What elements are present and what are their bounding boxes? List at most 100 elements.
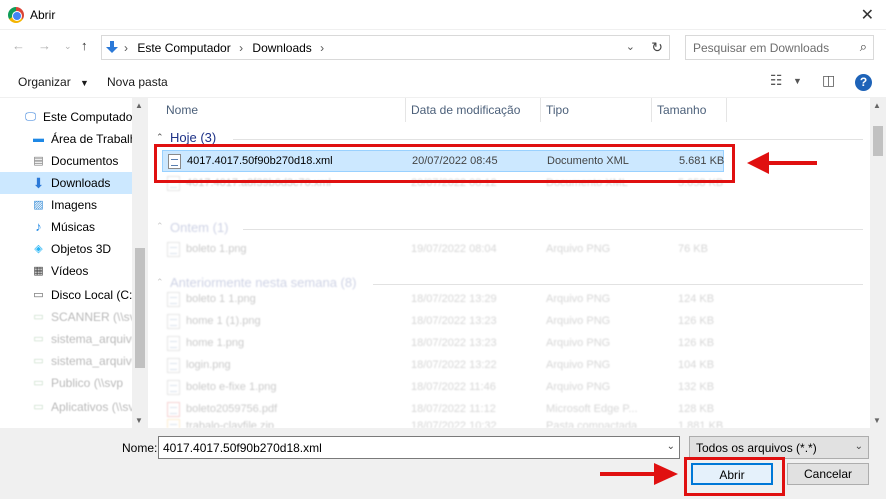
sidebar-item-network-drive[interactable]: ▭ Publico (\\svp — [0, 372, 132, 394]
filename-field[interactable]: 4017.4017.50f90b270d18.xml ⌄ — [158, 436, 680, 459]
column-header-size[interactable]: Tamanho — [657, 98, 706, 122]
file-modified: 19/07/2022 08:04 — [411, 243, 497, 255]
column-divider[interactable] — [540, 98, 541, 122]
file-list-scrollbar[interactable]: ▲ ▼ — [870, 98, 886, 428]
sidebar-item-label: Downloads — [51, 176, 111, 190]
table-row[interactable]: boleto 1.png 19/07/2022 08:04 Arquivo PN… — [162, 239, 724, 261]
breadcrumb-separator[interactable]: › — [239, 41, 243, 55]
network-drive-icon: ▭ — [33, 355, 44, 367]
group-divider — [243, 229, 863, 230]
column-divider[interactable] — [726, 98, 727, 122]
objects-3d-icon: ◈ — [34, 243, 43, 255]
scroll-up-icon[interactable]: ▲ — [873, 101, 881, 110]
file-type-select[interactable]: Todos os arquivos (*.*) ⌄ — [689, 436, 869, 459]
chevron-up-icon[interactable]: ⌃ — [156, 221, 164, 232]
scroll-down-icon[interactable]: ▼ — [873, 416, 881, 425]
preview-pane-icon[interactable]: ◫ — [822, 72, 835, 89]
group-header-earlier-this-week[interactable]: Anteriormente nesta semana (8) — [170, 275, 356, 290]
table-row[interactable]: login.png 18/07/2022 13:22 Arquivo PNG 1… — [162, 355, 724, 377]
sidebar-item-music[interactable]: ♪ Músicas — [0, 216, 132, 238]
group-header-yesterday[interactable]: Ontem (1) — [170, 220, 229, 235]
search-icon[interactable]: ⌕ — [860, 39, 867, 55]
close-icon[interactable]: ✕ — [861, 5, 874, 25]
highlight-box-file — [154, 144, 735, 183]
scroll-down-icon[interactable]: ▼ — [135, 416, 143, 425]
table-row[interactable]: home 1.png 18/07/2022 13:23 Arquivo PNG … — [162, 333, 724, 355]
chevron-down-icon[interactable]: ⌄ — [667, 441, 675, 452]
sidebar-item-network-drive[interactable]: ▭ Aplicativos (\\sv — [0, 396, 135, 418]
file-type: Arquivo PNG — [546, 293, 611, 305]
scroll-up-icon[interactable]: ▲ — [135, 101, 143, 110]
sidebar-scrollbar[interactable]: ▲ ▼ — [132, 98, 148, 428]
sidebar-item-downloads[interactable]: ⬇ Downloads — [0, 172, 132, 194]
sidebar-scroll-thumb[interactable] — [135, 248, 145, 368]
sidebar-item-label: Imagens — [51, 198, 98, 212]
chevron-up-icon[interactable]: ⌃ — [156, 132, 164, 143]
refresh-icon[interactable]: ↻ — [651, 39, 663, 56]
sidebar-item-network-drive[interactable]: ▭ sistema_arquivos — [0, 350, 144, 372]
file-type: Microsoft Edge P... — [546, 403, 638, 415]
group-header-today[interactable]: Hoje (3) — [170, 130, 216, 145]
column-divider[interactable] — [405, 98, 406, 122]
sidebar-item-videos[interactable]: ▦ Vídeos — [0, 260, 132, 282]
search-input[interactable]: Pesquisar em Downloads — [693, 41, 829, 55]
back-arrow-icon[interactable]: ← — [12, 38, 25, 53]
sidebar-item-3d-objects[interactable]: ◈ Objetos 3D — [0, 238, 132, 260]
table-row[interactable]: home 1 (1).png 18/07/2022 13:23 Arquivo … — [162, 311, 724, 333]
computer-icon: 🖵 — [25, 111, 36, 123]
sidebar-item-local-disk[interactable]: ▭ Disco Local (C:) — [0, 284, 136, 306]
sidebar-item-label: sistema_arquivos — [51, 332, 145, 346]
breadcrumb-item-computer[interactable]: Este Computador — [137, 41, 230, 55]
file-name: boleto2059756.pdf — [186, 403, 278, 415]
sidebar-item-label: Publico (\\svp — [51, 376, 124, 390]
column-divider[interactable] — [651, 98, 652, 122]
breadcrumb-separator[interactable]: › — [320, 41, 324, 55]
filename-label: Nome: — [122, 441, 158, 455]
view-options-icon[interactable]: ☷ — [770, 72, 783, 89]
help-icon[interactable]: ? — [855, 74, 872, 91]
recent-dropdown-icon[interactable]: ⌄ — [64, 41, 72, 52]
desktop-icon: ▬ — [33, 133, 44, 145]
sidebar-item-documents[interactable]: ▤ Documentos — [0, 150, 132, 172]
sidebar-item-network-drive[interactable]: ▭ SCANNER (\\svp — [0, 306, 142, 328]
file-size: 76 KB — [678, 243, 708, 255]
table-row[interactable]: boleto 1 1.png 18/07/2022 13:29 Arquivo … — [162, 289, 724, 311]
sidebar-item-label: Aplicativos (\\sv — [51, 400, 135, 414]
sidebar-item-network-drive[interactable]: ▭ sistema_arquivos — [0, 328, 144, 350]
breadcrumb-item-downloads[interactable]: Downloads — [252, 41, 311, 55]
downloads-icon: ⬇ — [32, 175, 45, 191]
new-folder-button[interactable]: Nova pasta — [107, 75, 168, 89]
file-name: login.png — [186, 359, 231, 371]
file-type: Arquivo PNG — [546, 243, 611, 255]
column-header-type[interactable]: Tipo — [546, 98, 569, 122]
filename-input[interactable]: 4017.4017.50f90b270d18.xml — [163, 441, 322, 455]
pdf-file-icon — [167, 402, 180, 417]
organize-label: Organizar — [18, 75, 71, 89]
address-bar[interactable]: › Este Computador › Downloads › ⌄ ↻ — [101, 35, 670, 60]
file-name: home 1.png — [186, 337, 245, 349]
sidebar-item-images[interactable]: ▨ Imagens — [0, 194, 132, 216]
column-header-modified[interactable]: Data de modificação — [411, 98, 520, 122]
table-row[interactable]: trabalo-clayfile.zip 18/07/2022 10:32 Pa… — [162, 416, 724, 428]
table-row[interactable]: boleto e-fixe 1.png 18/07/2022 11:46 Arq… — [162, 377, 724, 399]
chevron-down-icon[interactable]: ⌄ — [855, 441, 863, 452]
forward-arrow-icon[interactable]: → — [38, 38, 51, 53]
file-name: boleto e-fixe 1.png — [186, 381, 277, 393]
cancel-button[interactable]: Cancelar — [787, 463, 869, 485]
caret-down-icon[interactable]: ▼ — [793, 76, 802, 86]
file-modified: 18/07/2022 13:23 — [411, 315, 497, 327]
file-size: 132 KB — [678, 381, 715, 393]
sidebar-item-desktop[interactable]: ▬ Área de Trabalho — [0, 128, 143, 150]
column-header-name[interactable]: Nome — [166, 98, 198, 122]
organize-button[interactable]: Organizar ▼ — [18, 75, 89, 89]
file-name: trabalo-clayfile.zip — [186, 420, 275, 428]
search-box[interactable]: Pesquisar em Downloads ⌕ — [685, 35, 874, 60]
file-list-scroll-thumb[interactable] — [873, 126, 883, 156]
sidebar-item-label: Documentos — [51, 154, 119, 168]
breadcrumb-separator[interactable]: › — [124, 41, 128, 55]
chevron-down-icon[interactable]: ⌄ — [626, 40, 635, 53]
sidebar-item-this-pc[interactable]: 🖵 Este Computador — [0, 106, 136, 128]
chevron-up-icon[interactable]: ⌃ — [156, 277, 164, 288]
up-arrow-icon[interactable]: ↑ — [81, 38, 88, 53]
png-file-icon — [167, 380, 180, 395]
